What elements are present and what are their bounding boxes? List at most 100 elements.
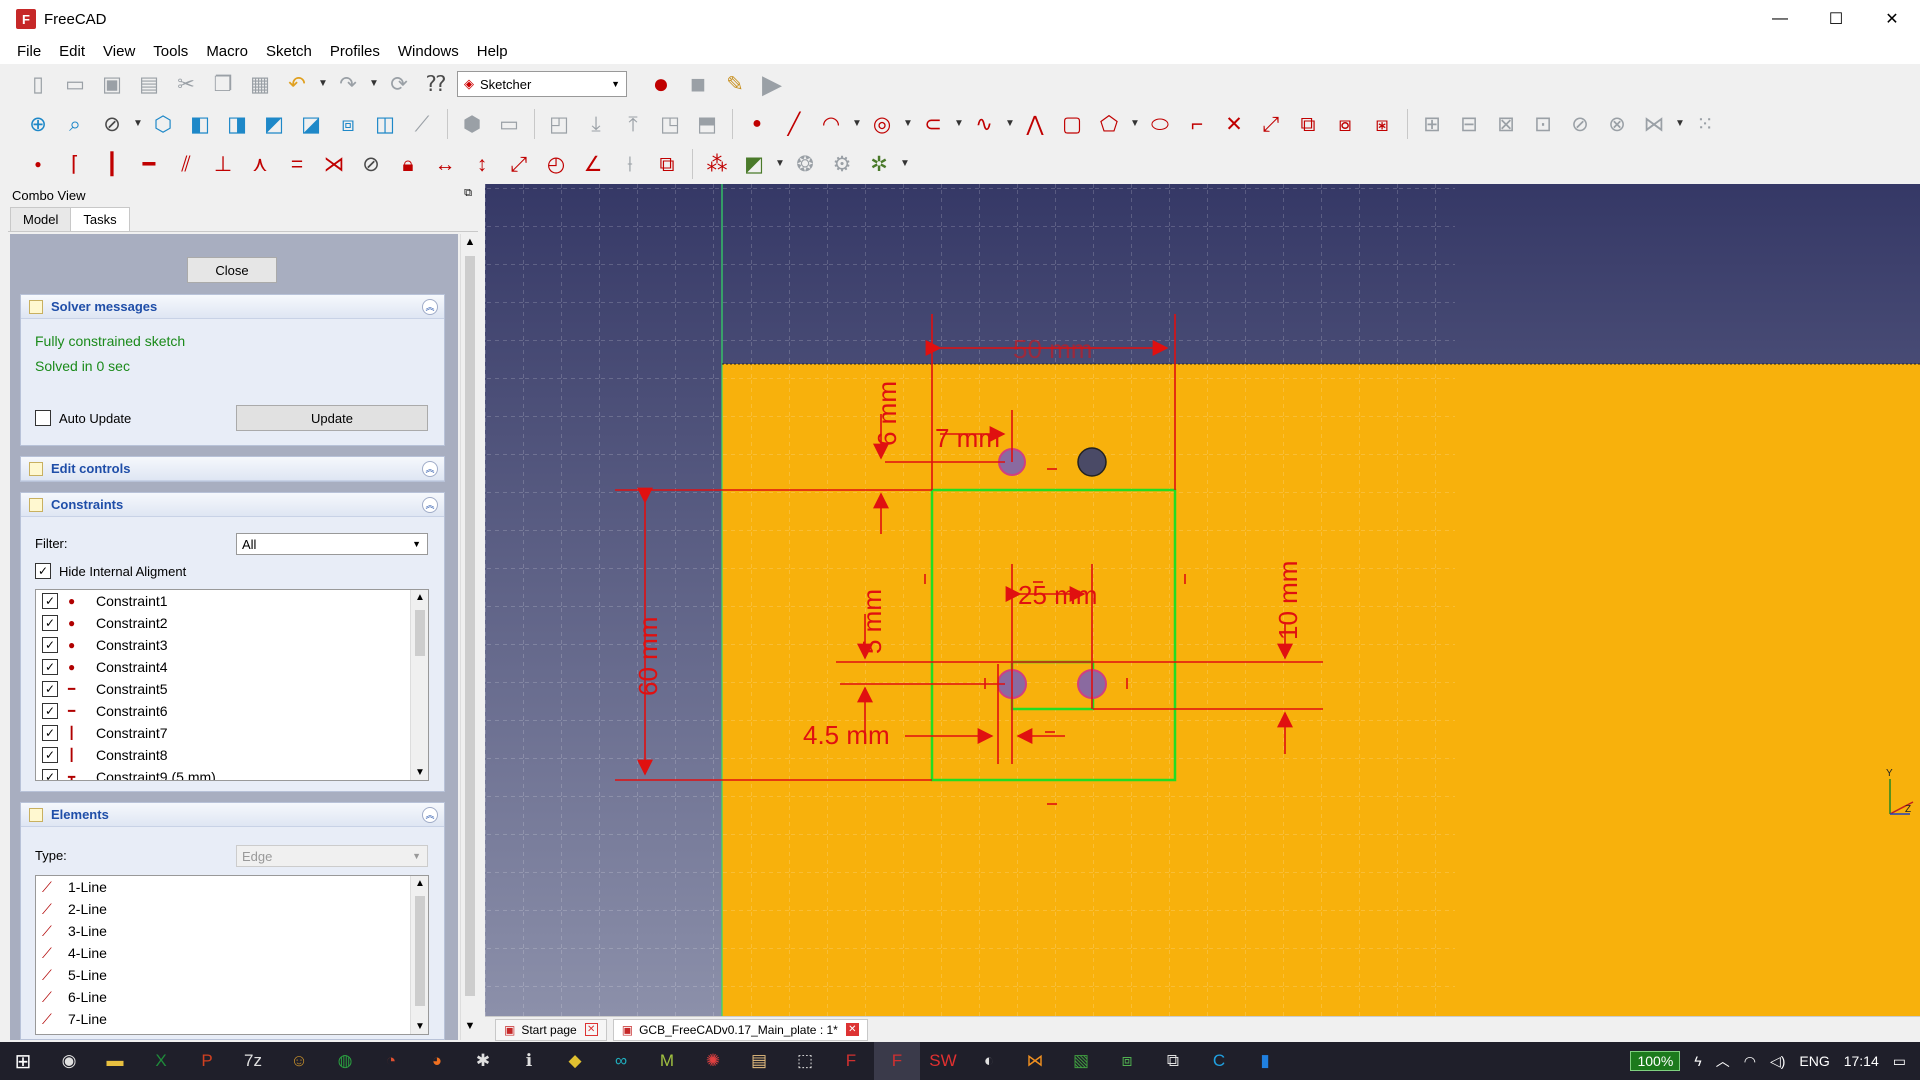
cut-icon[interactable]: ✂ bbox=[170, 68, 202, 100]
constraint-checkbox[interactable]: ✓ bbox=[42, 593, 58, 609]
circle-dropdown-icon[interactable]: ▼ bbox=[903, 108, 913, 140]
select-horizontal-axis-icon[interactable]: ⊡ bbox=[1527, 108, 1559, 140]
external-geometry-icon[interactable]: ⧉ bbox=[1292, 108, 1324, 140]
menu-profiles[interactable]: Profiles bbox=[321, 43, 389, 60]
spotify-icon[interactable]: ◍ bbox=[322, 1042, 368, 1080]
constraint-row[interactable]: ✓ ┳ Constraint9 (5 mm) bbox=[36, 766, 428, 780]
excel-icon[interactable]: X bbox=[138, 1042, 184, 1080]
app-butterfly-icon[interactable]: ⋈ bbox=[1012, 1042, 1058, 1080]
tab-start-page[interactable]: ▣ Start page ✕ bbox=[495, 1018, 607, 1041]
task-panel-scrollbar[interactable]: ▲ ▼ bbox=[460, 234, 478, 1040]
sketch-canvas[interactable]: 50 mm 6 mm 7 mm 25 mm 5 mm 60 mm 10 mm 4… bbox=[485, 184, 1920, 1016]
save-as-icon[interactable]: ▤ bbox=[133, 68, 165, 100]
notifications-icon[interactable]: ▭ bbox=[1893, 1053, 1906, 1070]
carbon-copy-icon[interactable]: ⧇ bbox=[1329, 108, 1361, 140]
app-c-icon[interactable]: C bbox=[1196, 1042, 1242, 1080]
file-explorer-icon[interactable]: ▬ bbox=[92, 1042, 138, 1080]
power-icon[interactable]: ϟ bbox=[1694, 1053, 1701, 1069]
elements-list-scrollbar[interactable]: ▲ ▼ bbox=[410, 876, 428, 1034]
front-view-icon[interactable]: ◧ bbox=[184, 108, 216, 140]
macro-stop-icon[interactable]: ■ bbox=[682, 68, 714, 100]
elements-header[interactable]: Elements ︽ bbox=[21, 803, 444, 827]
convert-geometry-icon[interactable]: ❂ bbox=[789, 148, 821, 180]
dimension-25mm[interactable]: 25 mm bbox=[1018, 580, 1097, 610]
collapse-icon[interactable]: ︽ bbox=[422, 497, 438, 513]
refresh-icon[interactable]: ⟳ bbox=[383, 68, 415, 100]
constrain-horizontal-distance-icon[interactable]: ↔ bbox=[429, 148, 461, 180]
constraint-checkbox[interactable]: ✓ bbox=[42, 747, 58, 763]
constrain-vertical-icon[interactable]: ┃ bbox=[96, 148, 128, 180]
macro-record-icon[interactable]: ● bbox=[645, 68, 677, 100]
dimension-5mm[interactable]: 5 mm bbox=[857, 589, 887, 654]
menu-macro[interactable]: Macro bbox=[197, 43, 257, 60]
macro-run-icon[interactable]: ▶ bbox=[756, 68, 788, 100]
fit-selection-icon[interactable]: ⌕ bbox=[59, 108, 91, 140]
menu-view[interactable]: View bbox=[94, 43, 144, 60]
scroll-down-icon[interactable]: ▼ bbox=[411, 767, 428, 778]
undo-icon[interactable]: ↶ bbox=[281, 68, 313, 100]
scroll-down-icon[interactable]: ▼ bbox=[461, 1020, 479, 1038]
freecad-taskbar-icon[interactable]: F bbox=[828, 1042, 874, 1080]
arc-dropdown-icon[interactable]: ▼ bbox=[852, 108, 862, 140]
constrain-horizontal-icon[interactable]: ━ bbox=[133, 148, 165, 180]
close-window-button[interactable]: ✕ bbox=[1864, 0, 1920, 38]
constraint-row[interactable]: ✓ ● Constraint3 bbox=[36, 634, 428, 656]
create-arc-icon[interactable]: ◠ bbox=[815, 108, 847, 140]
tab-model[interactable]: Model bbox=[10, 207, 72, 231]
create-polygon-icon[interactable]: ⬠ bbox=[1093, 108, 1125, 140]
close-tab-icon[interactable]: ✕ bbox=[584, 1023, 598, 1036]
collapse-icon[interactable]: ︽ bbox=[422, 807, 438, 823]
constrain-snell-icon[interactable]: ⟊ bbox=[614, 148, 646, 180]
select-conflicting-icon[interactable]: ⊗ bbox=[1601, 108, 1633, 140]
whats-this-icon[interactable]: ⁇ bbox=[420, 68, 452, 100]
close-tab-icon[interactable]: ✕ bbox=[845, 1023, 859, 1036]
isometric-view-icon[interactable]: ⬡ bbox=[147, 108, 179, 140]
app-folder-icon[interactable]: ▤ bbox=[736, 1042, 782, 1080]
increase-degree-icon[interactable]: ⚙ bbox=[826, 148, 858, 180]
app-settings-icon[interactable]: ✱ bbox=[460, 1042, 506, 1080]
edit-controls-header[interactable]: Edit controls ︽ bbox=[21, 457, 444, 481]
notepad-plus-icon[interactable]: ▧ bbox=[1058, 1042, 1104, 1080]
constraint-row[interactable]: ✓ ━ Constraint6 bbox=[36, 700, 428, 722]
update-button[interactable]: Update bbox=[236, 405, 428, 431]
show-bspline-degree-icon[interactable]: ◩ bbox=[738, 148, 770, 180]
app-diamond-icon[interactable]: ◆ bbox=[552, 1042, 598, 1080]
save-icon[interactable]: ▣ bbox=[96, 68, 128, 100]
view-sketch-icon[interactable]: ⤒ bbox=[617, 108, 649, 140]
constraint-row[interactable]: ✓ ● Constraint2 bbox=[36, 612, 428, 634]
seven-zip-icon[interactable]: 7z bbox=[230, 1042, 276, 1080]
filter-select[interactable]: All ▼ bbox=[236, 533, 428, 555]
constrain-parallel-icon[interactable]: ⫽ bbox=[170, 148, 202, 180]
leave-sketch-icon[interactable]: ⤓ bbox=[580, 108, 612, 140]
toggle-driving-icon[interactable]: ⧉ bbox=[651, 148, 683, 180]
constrain-vertical-distance-icon[interactable]: ↕ bbox=[466, 148, 498, 180]
element-row[interactable]: ⟋ 6-Line bbox=[36, 986, 428, 1008]
steam-icon[interactable]: ◉ bbox=[46, 1042, 92, 1080]
constraint-row[interactable]: ✓ ━ Constraint5 bbox=[36, 678, 428, 700]
open-file-icon[interactable]: ▭ bbox=[59, 68, 91, 100]
create-conic-icon[interactable]: ⊂ bbox=[917, 108, 949, 140]
constrain-angle-icon[interactable]: ∠ bbox=[577, 148, 609, 180]
arduino-icon[interactable]: ∞ bbox=[598, 1042, 644, 1080]
redo-icon[interactable]: ↷ bbox=[332, 68, 364, 100]
collapse-icon[interactable]: ︽ bbox=[422, 461, 438, 477]
draw-style-dropdown-icon[interactable]: ▼ bbox=[133, 108, 143, 140]
constraint-checkbox[interactable]: ✓ bbox=[42, 725, 58, 741]
symmetry-icon[interactable]: ⋈ bbox=[1638, 108, 1670, 140]
constrain-point-on-object-icon[interactable]: ⌈ bbox=[59, 148, 91, 180]
element-row[interactable]: ⟋ 3-Line bbox=[36, 920, 428, 942]
conic-dropdown-icon[interactable]: ▼ bbox=[954, 108, 964, 140]
trim-edge-icon[interactable]: ✕ bbox=[1218, 108, 1250, 140]
3d-viewport[interactable]: 50 mm 6 mm 7 mm 25 mm 5 mm 60 mm 10 mm 4… bbox=[485, 184, 1920, 1016]
constrain-distance-icon[interactable]: ⤢ bbox=[503, 148, 535, 180]
bspline-tools-icon[interactable]: ⁂ bbox=[701, 148, 733, 180]
reorient-sketch-icon[interactable]: ⬒ bbox=[691, 108, 723, 140]
constraint-row[interactable]: ✓ ● Constraint1 bbox=[36, 590, 428, 612]
menu-file[interactable]: File bbox=[8, 43, 50, 60]
scroll-up-icon[interactable]: ▲ bbox=[461, 236, 479, 254]
constrain-coincident-icon[interactable]: ● bbox=[22, 148, 54, 180]
create-circle-icon[interactable]: ◎ bbox=[866, 108, 898, 140]
app-network-icon[interactable]: ⧈ bbox=[1104, 1042, 1150, 1080]
new-file-icon[interactable]: ▯ bbox=[22, 68, 54, 100]
create-line-icon[interactable]: ╱ bbox=[778, 108, 810, 140]
